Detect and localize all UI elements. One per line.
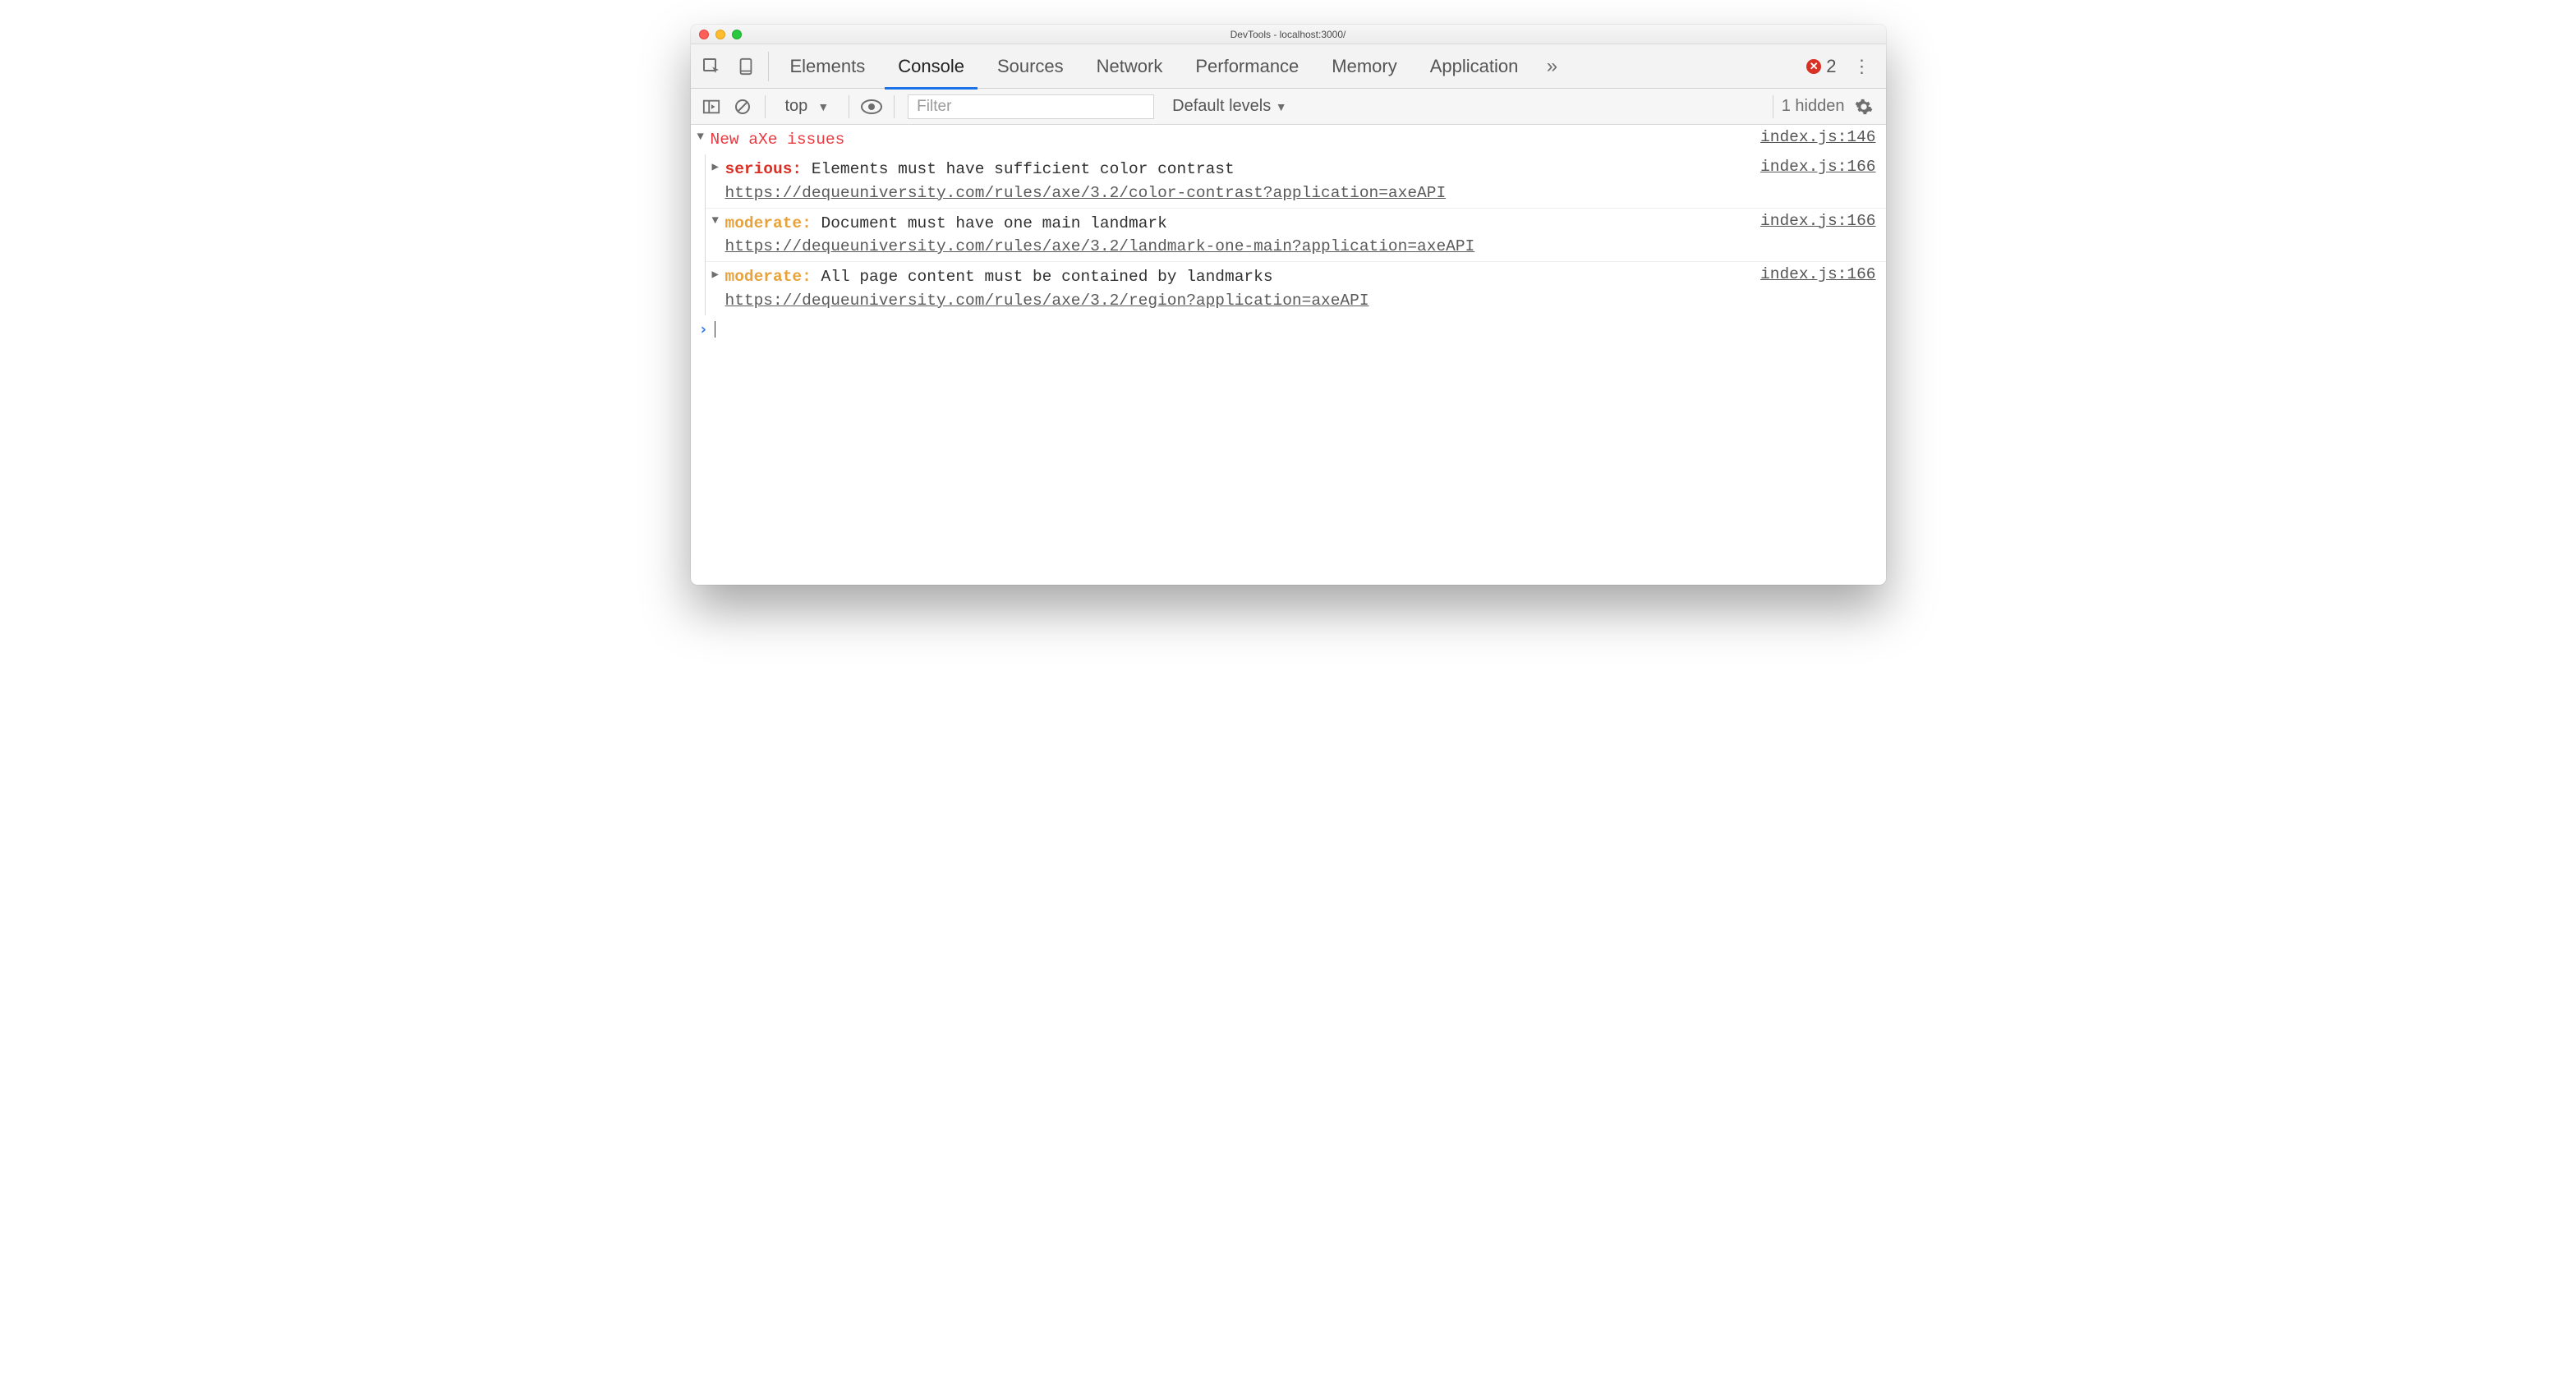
context-selector[interactable]: top ▼ <box>774 97 841 116</box>
log-message: serious: Elements must have sufficient c… <box>725 158 1745 204</box>
tab-label: Elements <box>790 56 866 77</box>
tab-memory[interactable]: Memory <box>1315 44 1413 89</box>
console-group-body: ▶ serious: Elements must have sufficient… <box>706 154 1886 315</box>
log-message: moderate: All page content must be conta… <box>725 265 1745 312</box>
tab-label: Application <box>1430 56 1519 77</box>
source-link[interactable]: index.js:166 <box>1744 212 1875 230</box>
console-sidebar-toggle-icon[interactable] <box>697 99 725 115</box>
tab-label: Sources <box>997 56 1064 77</box>
hidden-messages[interactable]: 1 hidden <box>1782 97 1845 116</box>
message-text: All page content must be contained by la… <box>821 268 1273 286</box>
console-input[interactable]: › <box>691 315 1886 343</box>
tab-label: Performance <box>1195 56 1299 77</box>
log-message: moderate: Document must have one main la… <box>725 212 1745 259</box>
rule-link[interactable]: https://dequeuniversity.com/rules/axe/3.… <box>725 184 1447 202</box>
devtools-menu-icon[interactable]: ⋮ <box>1847 56 1878 77</box>
console-log-row: ▶ moderate: All page content must be con… <box>706 261 1886 315</box>
source-link[interactable]: index.js:166 <box>1744 158 1875 176</box>
tab-application[interactable]: Application <box>1414 44 1535 89</box>
error-icon: ✕ <box>1806 59 1821 74</box>
tab-label: Network <box>1097 56 1163 77</box>
severity-badge: moderate: <box>725 214 812 232</box>
error-count-value: 2 <box>1826 56 1836 77</box>
tab-sources[interactable]: Sources <box>981 44 1080 89</box>
message-text: Document must have one main landmark <box>821 214 1167 232</box>
group-label: New aXe issues <box>711 128 1745 151</box>
source-link[interactable]: index.js:146 <box>1744 128 1875 146</box>
tab-label: Console <box>898 56 964 77</box>
disclosure-triangle-icon[interactable]: ▼ <box>697 128 711 151</box>
devtools-tabs: Elements Console Sources Network Perform… <box>691 44 1886 89</box>
console-log-row: ▼ moderate: Document must have one main … <box>706 208 1886 262</box>
divider <box>894 95 895 118</box>
tab-elements[interactable]: Elements <box>774 44 882 89</box>
chevron-down-icon: ▼ <box>817 100 829 113</box>
rule-link[interactable]: https://dequeuniversity.com/rules/axe/3.… <box>725 292 1369 310</box>
tab-label: Memory <box>1332 56 1396 77</box>
console-group-header[interactable]: ▼ New aXe issues index.js:146 <box>691 125 1886 154</box>
window-title: DevTools - localhost:3000/ <box>691 29 1886 40</box>
console-log-row: ▶ serious: Elements must have sufficient… <box>706 154 1886 208</box>
prompt-icon: › <box>699 320 708 338</box>
source-link[interactable]: index.js:166 <box>1744 265 1875 283</box>
live-expression-icon[interactable] <box>858 99 886 114</box>
more-tabs-icon[interactable]: » <box>1534 50 1569 83</box>
console-output: ▼ New aXe issues index.js:146 ▶ serious:… <box>691 125 1886 585</box>
clear-console-icon[interactable] <box>729 99 757 115</box>
titlebar: DevTools - localhost:3000/ <box>691 25 1886 44</box>
error-count[interactable]: ✕ 2 <box>1796 56 1846 77</box>
log-levels-selector[interactable]: Default levels ▼ <box>1157 97 1301 116</box>
disclosure-triangle-icon[interactable]: ▶ <box>712 158 725 204</box>
disclosure-triangle-icon[interactable]: ▼ <box>712 212 725 259</box>
tab-console[interactable]: Console <box>881 44 981 89</box>
message-text: Elements must have sufficient color cont… <box>812 160 1235 178</box>
console-toolbar: top ▼ Default levels ▼ 1 hidden <box>691 89 1886 125</box>
inspect-element-icon[interactable] <box>694 50 729 83</box>
severity-badge: serious: <box>725 160 803 178</box>
disclosure-triangle-icon[interactable]: ▶ <box>712 265 725 312</box>
console-settings-icon[interactable] <box>1848 98 1879 116</box>
context-label: top <box>785 97 808 116</box>
severity-badge: moderate: <box>725 268 812 286</box>
device-toolbar-icon[interactable] <box>729 50 763 83</box>
filter-input[interactable] <box>908 94 1154 119</box>
tab-performance[interactable]: Performance <box>1179 44 1315 89</box>
devtools-window: DevTools - localhost:3000/ Elements Cons… <box>691 25 1886 585</box>
divider <box>765 95 766 118</box>
divider <box>768 52 769 81</box>
tab-network[interactable]: Network <box>1080 44 1180 89</box>
levels-label: Default levels <box>1172 97 1271 115</box>
chevron-down-icon: ▼ <box>1276 100 1287 113</box>
rule-link[interactable]: https://dequeuniversity.com/rules/axe/3.… <box>725 237 1475 255</box>
